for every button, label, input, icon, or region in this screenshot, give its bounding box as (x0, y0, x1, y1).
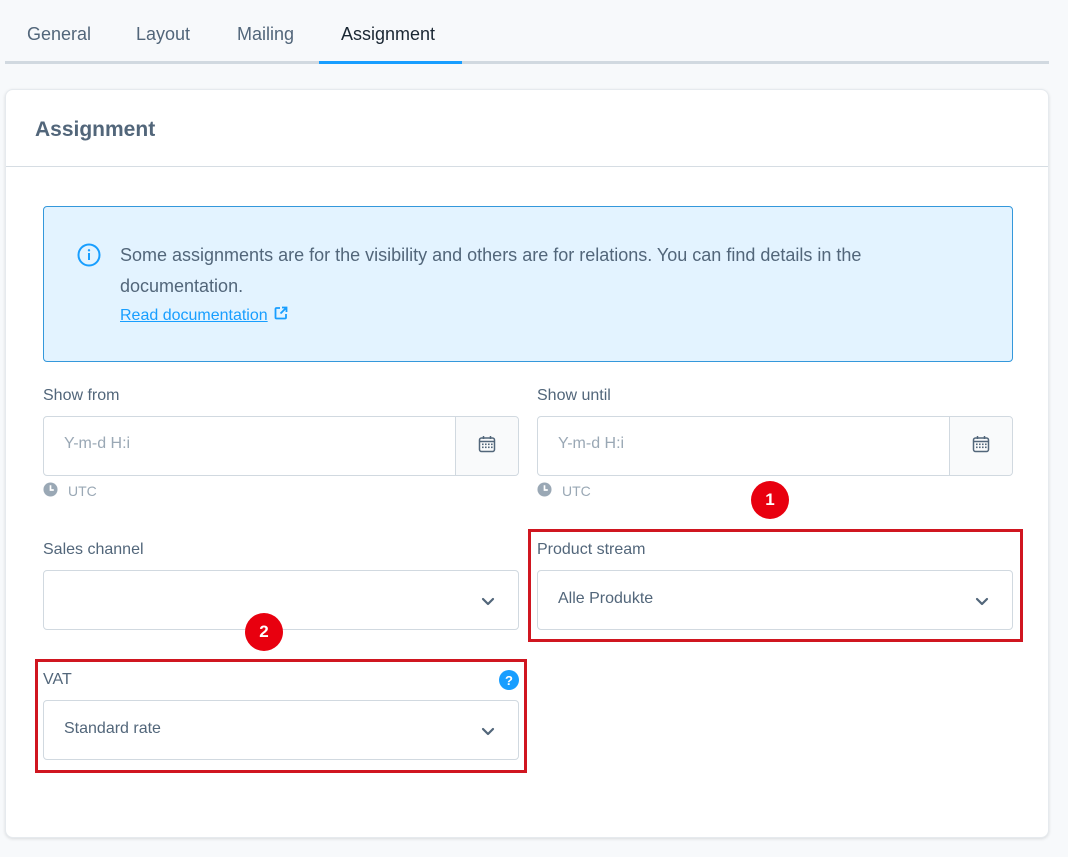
tab-mailing[interactable]: Mailing (237, 24, 294, 45)
annotation-badge-1: 1 (751, 481, 789, 519)
annotation-box-vat (35, 659, 527, 773)
show-until-input[interactable]: Y-m-d H:i (537, 416, 1013, 476)
card-title: Assignment (35, 118, 156, 141)
chevron-down-icon (480, 593, 496, 609)
alert-text: Some assignments are for the visibility … (120, 245, 862, 296)
show-from-calendar-button[interactable] (455, 417, 518, 475)
show-until-placeholder: Y-m-d H:i (558, 435, 625, 452)
sales-channel-select[interactable] (43, 570, 519, 630)
show-from-placeholder: Y-m-d H:i (64, 435, 131, 452)
annotation-badge-2: 2 (245, 613, 283, 651)
tab-general[interactable]: General (27, 24, 91, 45)
tab-bar: General Layout Mailing Assignment (5, 0, 1049, 64)
read-documentation-link[interactable]: Read documentation (120, 306, 288, 325)
sales-channel-label: Sales channel (43, 541, 144, 558)
show-until-calendar-button[interactable] (949, 417, 1012, 475)
show-until-timezone-hint: UTC (537, 482, 591, 500)
external-link-icon (274, 306, 288, 325)
clock-icon (43, 482, 58, 500)
show-until-label: Show until (537, 387, 611, 404)
active-tab-indicator (319, 61, 462, 64)
card-header: Assignment (6, 90, 1048, 167)
clock-icon (537, 482, 552, 500)
annotation-box-product-stream (528, 529, 1023, 642)
timezone-text: UTC (562, 483, 591, 499)
timezone-text: UTC (68, 483, 97, 499)
link-label: Read documentation (120, 306, 268, 324)
tab-layout[interactable]: Layout (136, 24, 190, 45)
show-from-input[interactable]: Y-m-d H:i (43, 416, 519, 476)
show-from-timezone-hint: UTC (43, 482, 97, 500)
show-from-label: Show from (43, 387, 120, 404)
calendar-icon (478, 435, 496, 458)
info-alert: Some assignments are for the visibility … (43, 206, 1013, 362)
tab-assignment[interactable]: Assignment (341, 24, 435, 45)
calendar-icon (972, 435, 990, 458)
info-circle-icon (77, 243, 101, 267)
